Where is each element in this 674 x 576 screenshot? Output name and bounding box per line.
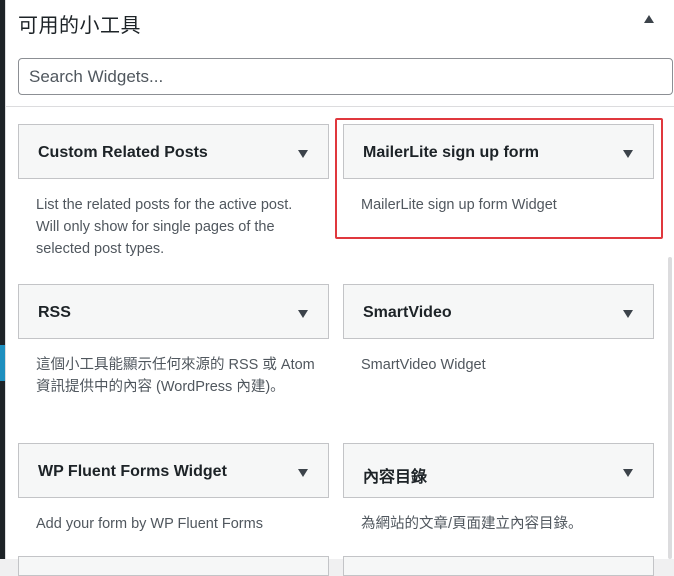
expand-arrow-icon[interactable] (298, 469, 308, 477)
widget-header[interactable] (343, 556, 654, 576)
widget-header[interactable]: WP Fluent Forms Widget (18, 443, 329, 498)
panel-title: 可用的小工具 (18, 15, 141, 37)
widget-description: Add your form by WP Fluent Forms (36, 516, 263, 532)
widget-description: 這個小工具能顯示任何來源的 RSS 或 Atom 資訊提供中的內容 (WordP… (36, 357, 315, 395)
widget-title: 內容目錄 (363, 469, 428, 486)
expand-arrow-icon[interactable] (298, 150, 308, 158)
widget-title: RSS (38, 304, 71, 321)
widget-header[interactable]: RSS (18, 284, 329, 339)
widget-description: List the related posts for the active po… (36, 197, 293, 257)
expand-arrow-icon[interactable] (623, 150, 633, 158)
widget-description: 為網站的文章/頁面建立內容目錄。 (361, 516, 583, 532)
panel-header: 可用的小工具 (6, 0, 674, 105)
widget-description: SmartVideo Widget (361, 357, 486, 373)
scrollbar[interactable] (665, 107, 674, 559)
widget-header[interactable]: 內容目錄 (343, 443, 654, 498)
widget-title: WP Fluent Forms Widget (38, 463, 227, 480)
widget-header[interactable] (18, 556, 329, 576)
widget-title: Custom Related Posts (38, 144, 208, 161)
widget-title: MailerLite sign up form (363, 144, 540, 161)
widget-header[interactable]: SmartVideo (343, 284, 654, 339)
expand-arrow-icon[interactable] (623, 469, 633, 477)
widget-title: SmartVideo (363, 304, 452, 321)
available-widgets-panel: 可用的小工具 Custom Related Posts List the rel… (5, 0, 674, 576)
collapse-arrow-icon[interactable] (644, 15, 654, 23)
expand-arrow-icon[interactable] (623, 310, 633, 318)
widget-header[interactable]: Custom Related Posts (18, 124, 329, 179)
widget-description: MailerLite sign up form Widget (361, 197, 557, 213)
expand-arrow-icon[interactable] (298, 310, 308, 318)
widget-list: Custom Related Posts List the related po… (6, 107, 674, 576)
search-widgets-input[interactable] (18, 58, 673, 95)
widget-header[interactable]: MailerLite sign up form (343, 124, 654, 179)
scrollbar-thumb[interactable] (668, 257, 672, 559)
